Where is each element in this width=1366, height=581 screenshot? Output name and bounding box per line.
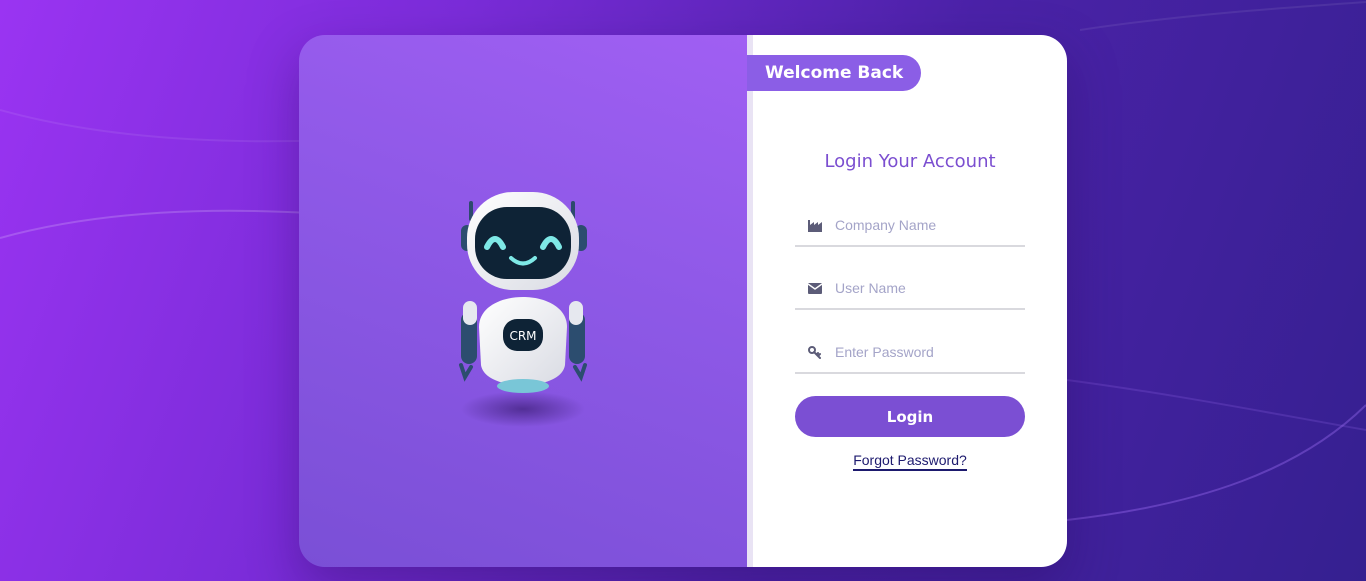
- forgot-password-row: Forgot Password?: [753, 452, 1067, 471]
- robot-mascot: CRM: [459, 192, 587, 427]
- crm-badge-label: CRM: [509, 329, 536, 343]
- key-icon: [807, 344, 823, 360]
- company-name-input[interactable]: [835, 210, 1015, 240]
- form-title: Login Your Account: [824, 151, 996, 172]
- password-input[interactable]: [835, 337, 1015, 367]
- login-card: CRM Login Your Account Company Name User…: [299, 35, 1067, 567]
- login-form-panel: Login Your Account Company Name User Nam…: [753, 35, 1067, 567]
- user-name-field: [795, 268, 1025, 310]
- forgot-password-link[interactable]: Forgot Password?: [853, 452, 967, 471]
- envelope-icon: [807, 280, 823, 296]
- login-button[interactable]: Login: [795, 396, 1025, 437]
- factory-icon: [807, 217, 823, 233]
- password-field: [795, 332, 1025, 374]
- welcome-back-tab: Welcome Back: [747, 55, 922, 91]
- illustration-panel: CRM: [299, 35, 747, 567]
- company-name-field: [795, 205, 1025, 247]
- user-name-input[interactable]: [835, 273, 1015, 303]
